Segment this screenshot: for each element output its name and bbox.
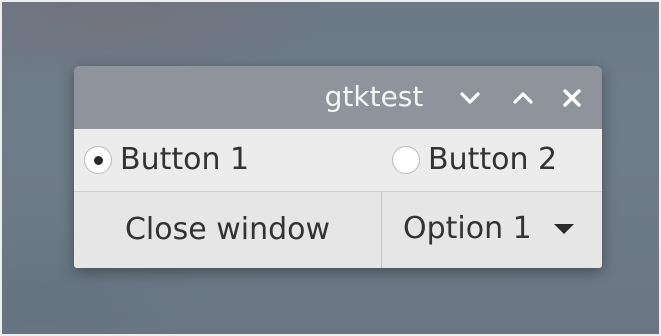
close-window-button[interactable]: Close window xyxy=(74,192,382,268)
chevron-up-icon xyxy=(513,92,533,104)
gtk-window: gtktest Button 1 Button 2 Close window O… xyxy=(74,66,602,268)
caret-down-icon xyxy=(554,224,574,234)
radio-button-1[interactable]: Button 1 xyxy=(84,129,249,191)
radio-label-1[interactable]: Button 1 xyxy=(120,142,249,178)
window-title: gtktest xyxy=(324,80,424,113)
option-combobox[interactable]: Option 1 xyxy=(383,192,602,268)
action-row: Close window Option 1 xyxy=(74,191,602,268)
minimize-button[interactable] xyxy=(456,84,484,112)
combo-selected-value: Option 1 xyxy=(403,211,532,246)
radio-dot xyxy=(94,156,103,165)
maximize-button[interactable] xyxy=(509,84,537,112)
titlebar[interactable]: gtktest xyxy=(74,66,602,129)
close-icon xyxy=(563,89,581,107)
radio-group: Button 1 Button 2 xyxy=(74,129,602,191)
close-button[interactable] xyxy=(558,84,586,112)
radio-label-2[interactable]: Button 2 xyxy=(428,142,557,178)
radio-indicator-unchecked[interactable] xyxy=(392,146,420,174)
radio-indicator-checked[interactable] xyxy=(84,146,112,174)
close-window-label: Close window xyxy=(124,212,331,247)
radio-button-2[interactable]: Button 2 xyxy=(392,129,557,191)
chevron-down-icon xyxy=(460,92,480,104)
